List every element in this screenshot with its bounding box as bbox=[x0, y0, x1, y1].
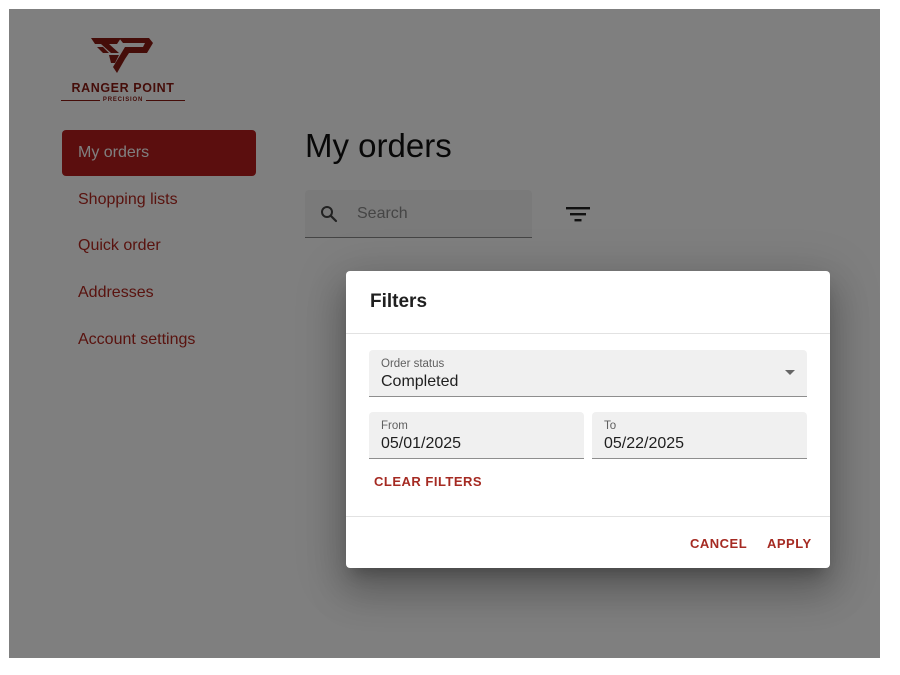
dropdown-arrow-icon bbox=[785, 370, 795, 375]
to-date-value: 05/22/2025 bbox=[604, 435, 685, 452]
dialog-footer-divider bbox=[346, 516, 830, 517]
from-date-value: 05/01/2025 bbox=[381, 435, 462, 452]
cancel-button[interactable]: CANCEL bbox=[690, 536, 747, 551]
app-window: RANGER POINT PRECISION My orders Shoppin… bbox=[9, 9, 880, 658]
to-date-label: To bbox=[604, 420, 617, 432]
order-status-value: Completed bbox=[381, 373, 459, 390]
from-date-label: From bbox=[381, 420, 408, 432]
dialog-header-divider bbox=[346, 333, 830, 334]
to-date-field[interactable]: To 05/22/2025 bbox=[592, 412, 807, 459]
filters-dialog: Filters Order status Completed From 05/0… bbox=[346, 271, 830, 568]
clear-filters-button[interactable]: CLEAR FILTERS bbox=[374, 474, 482, 489]
dialog-title: Filters bbox=[370, 291, 428, 312]
apply-button[interactable]: APPLY bbox=[767, 536, 812, 551]
from-date-field[interactable]: From 05/01/2025 bbox=[369, 412, 584, 459]
order-status-label: Order status bbox=[381, 358, 445, 370]
order-status-select[interactable]: Order status Completed bbox=[369, 350, 807, 397]
